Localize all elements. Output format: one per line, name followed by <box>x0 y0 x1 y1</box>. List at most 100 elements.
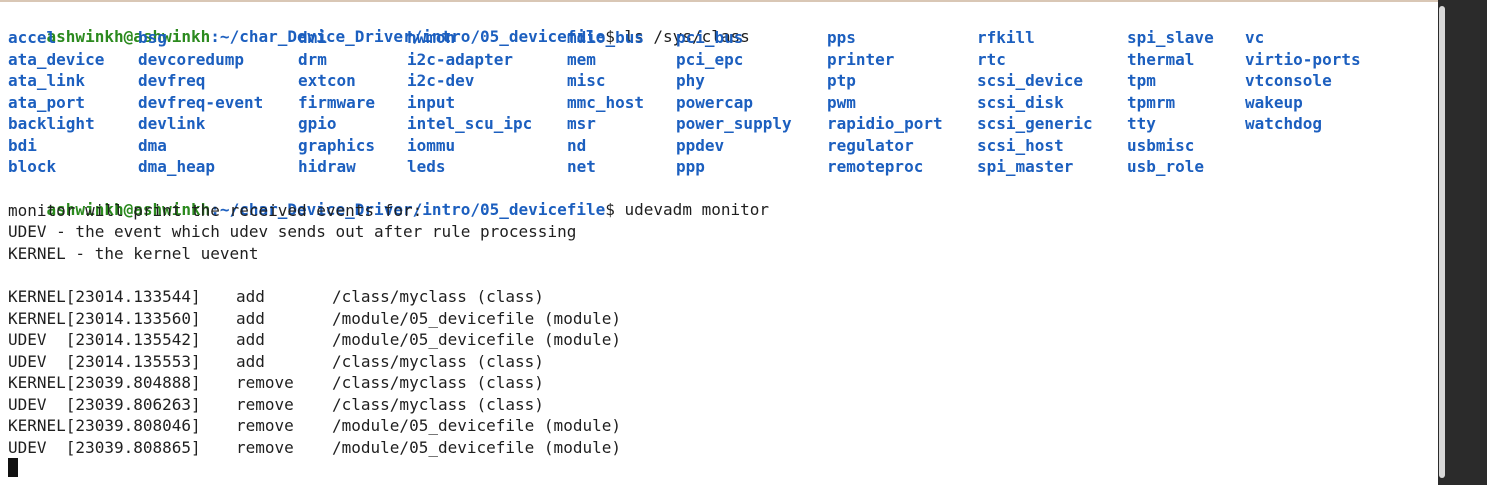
directory-entry: intel_scu_ipc <box>407 114 533 133</box>
directory-entry: iommu <box>407 135 456 155</box>
monitor-info-line: KERNEL - the kernel uevent <box>8 244 259 263</box>
event-row: KERNEL[23039.804888] remove/class/myclass… <box>8 372 908 393</box>
event-source: UDEV [23039.806263] <box>8 394 201 414</box>
directory-entry: tpm <box>1127 71 1156 90</box>
event-source: UDEV [23014.135553] <box>8 351 201 371</box>
directory-entry: pwm <box>827 92 856 112</box>
directory-entry: bdi <box>8 135 37 155</box>
directory-entry: devcoredump <box>138 49 244 69</box>
directory-entry: phy <box>676 71 705 90</box>
directory-entry: dma_heap <box>138 157 216 176</box>
directory-entry: ata_port <box>8 92 86 112</box>
directory-entry: tty <box>1127 114 1156 133</box>
directory-entry: remoteproc <box>827 157 924 176</box>
directory-entry: mem <box>567 49 596 69</box>
directory-entry: dmi <box>298 28 327 47</box>
directory-entry: virtio-ports <box>1245 49 1361 69</box>
directory-entry: devfreq-event <box>138 92 264 112</box>
directory-entry: net <box>567 157 596 176</box>
event-row: UDEV [23039.808865] remove/module/05_devi… <box>8 437 908 458</box>
directory-entry: vtconsole <box>1245 71 1332 90</box>
directory-entry: i2c-dev <box>407 71 475 90</box>
directory-entry: pci_bus <box>676 28 744 47</box>
command-udevadm: $ udevadm monitor <box>605 200 770 219</box>
event-source: KERNEL[23039.808046] <box>8 416 201 435</box>
directory-entry: pps <box>827 28 856 47</box>
directory-entry: watchdog <box>1245 114 1323 133</box>
directory-entry: ata_link <box>8 71 86 90</box>
directory-entry: backlight <box>8 114 95 133</box>
event-row: UDEV [23014.135553] add/class/myclass (cl… <box>8 351 908 372</box>
directory-entry: graphics <box>298 135 376 155</box>
directory-entry: ata_device <box>8 49 105 69</box>
directory-entry: rtc <box>977 49 1006 69</box>
directory-entry: gpio <box>298 114 337 133</box>
directory-entry: nd <box>567 135 587 155</box>
directory-entry: regulator <box>827 135 914 155</box>
directory-entry: msr <box>567 114 596 133</box>
event-row: KERNEL[23014.133560] add/module/05_device… <box>8 308 908 329</box>
event-path: /class/myclass (class) <box>332 373 544 392</box>
directory-entry: leds <box>407 157 446 176</box>
event-row: KERNEL[23014.133544] add/class/myclass (c… <box>8 286 908 307</box>
directory-entry: tpmrm <box>1127 92 1176 112</box>
event-row: UDEV [23039.806263] remove/class/myclass … <box>8 394 908 415</box>
directory-entry: scsi_generic <box>977 114 1093 133</box>
prompt-line-2: ashwinkh@ashwinkh:~/char_Device_Driver/i… <box>8 178 769 219</box>
event-path: /class/myclass (class) <box>332 351 544 371</box>
directory-entry: devfreq <box>138 71 206 90</box>
event-action: remove <box>236 416 294 435</box>
directory-entry: ptp <box>827 71 856 90</box>
text-cursor <box>8 458 18 477</box>
event-source: UDEV [23014.135542] <box>8 330 201 349</box>
directory-entry: spi_slave <box>1127 28 1214 47</box>
directory-entry: powercap <box>676 92 754 112</box>
event-path: /module/05_devicefile (module) <box>332 330 621 349</box>
directory-entry: printer <box>827 49 895 69</box>
event-path: /module/05_devicefile (module) <box>332 437 621 457</box>
scrollbar-thumb[interactable] <box>1439 6 1445 478</box>
directory-entry: rfkill <box>977 28 1035 47</box>
directory-entry: bsg <box>138 28 167 47</box>
event-action: add <box>236 330 265 349</box>
directory-entry: extcon <box>298 71 356 90</box>
event-action: add <box>236 351 265 371</box>
directory-entry: hidraw <box>298 157 356 176</box>
monitor-info-line: UDEV - the event which udev sends out af… <box>8 222 577 241</box>
event-action: remove <box>236 394 294 414</box>
directory-entry: rapidio_port <box>827 114 943 133</box>
event-source: KERNEL[23039.804888] <box>8 373 201 392</box>
directory-entry: vc <box>1245 28 1265 47</box>
directory-entry: usb_role <box>1127 157 1205 176</box>
event-action: add <box>236 287 265 306</box>
directory-entry: usbmisc <box>1127 135 1195 155</box>
directory-entry: accel <box>8 28 57 47</box>
event-path: /class/myclass (class) <box>332 394 544 414</box>
directory-entry: power_supply <box>676 114 792 133</box>
event-row: KERNEL[23039.808046] remove/module/05_dev… <box>8 415 908 436</box>
event-path: /class/myclass (class) <box>332 287 544 306</box>
prompt-user: ashwinkh@ashwinkh <box>46 27 211 46</box>
event-path: /module/05_devicefile (module) <box>332 308 621 328</box>
scrollbar-track[interactable] <box>1438 0 1487 485</box>
terminal-window[interactable]: ashwinkh@ashwinkh:~/char_Device_Driver/i… <box>0 0 1438 485</box>
event-path: /module/05_devicefile (module) <box>332 416 621 435</box>
directory-entry: input <box>407 92 456 112</box>
directory-entry: block <box>8 157 57 176</box>
directory-entry: mmc_host <box>567 92 645 112</box>
directory-entry: ppdev <box>676 135 725 155</box>
directory-entry: spi_master <box>977 157 1074 176</box>
event-action: remove <box>236 437 294 457</box>
directory-entry: hwmon <box>407 28 456 47</box>
directory-entry: i2c-adapter <box>407 49 513 69</box>
directory-entry: thermal <box>1127 49 1195 69</box>
directory-entry: devlink <box>138 114 206 133</box>
directory-entry: misc <box>567 71 606 90</box>
monitor-info-line: monitor will print the received events f… <box>8 201 423 220</box>
event-source: UDEV [23039.808865] <box>8 437 201 457</box>
directory-entry: mdio_bus <box>567 28 645 47</box>
prompt-line-1: ashwinkh@ashwinkh:~/char_Device_Driver/i… <box>8 5 750 46</box>
directory-entry: firmware <box>298 92 376 112</box>
event-source: KERNEL[23014.133544] <box>8 287 201 306</box>
event-row: UDEV [23014.135542] add/module/05_devicef… <box>8 329 908 350</box>
